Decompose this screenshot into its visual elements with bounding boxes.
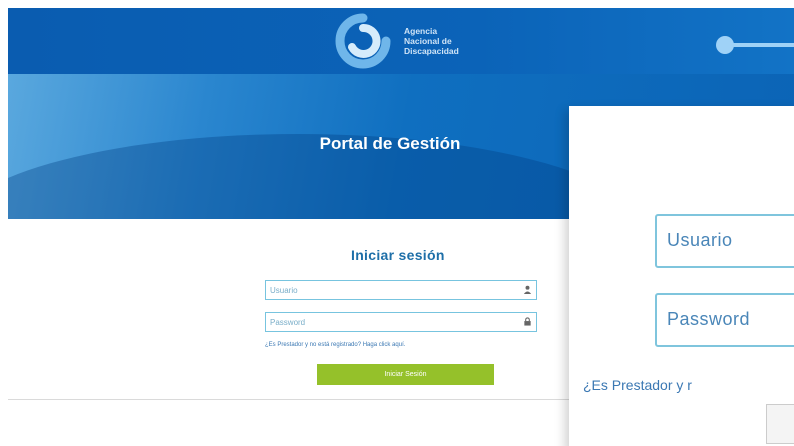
zoomed-username-label: Usuario xyxy=(667,230,733,250)
zoomed-password-field[interactable]: Password xyxy=(655,293,794,347)
agency-name-line-2: Nacional de xyxy=(404,36,452,46)
register-link[interactable]: ¿Es Prestador y no está registrado? Haga… xyxy=(265,342,545,348)
agency-name: Agencia Nacional de Discapacidad xyxy=(404,26,494,56)
zoomed-register-link[interactable]: ¿Es Prestador y r xyxy=(583,377,794,393)
zoom-connector-dot xyxy=(716,36,734,54)
username-input[interactable] xyxy=(265,280,537,300)
agency-name-line-1: Agencia xyxy=(404,26,438,36)
zoomed-username-field[interactable]: Usuario xyxy=(655,214,794,268)
lock-icon xyxy=(522,317,532,327)
password-input[interactable] xyxy=(265,312,537,332)
zoom-connector-line xyxy=(732,43,794,47)
agency-name-line-3: Discapacidad xyxy=(404,46,459,56)
zoom-overlay-panel: Usuario Password ¿Es Prestador y r xyxy=(569,106,794,446)
login-button[interactable]: Iniciar Sesión xyxy=(317,364,494,385)
agency-swirl-logo-icon xyxy=(335,13,391,69)
login-title: Iniciar sesión xyxy=(351,247,445,263)
page-margin xyxy=(0,0,8,446)
user-icon xyxy=(522,285,532,295)
agency-logo[interactable]: Agencia Nacional de Discapacidad xyxy=(334,12,494,70)
zoomed-button-edge xyxy=(766,404,794,444)
page-title-text: Portal de Gestión xyxy=(319,134,461,153)
zoomed-password-label: Password xyxy=(667,309,751,329)
header-bar: Agencia Nacional de Discapacidad xyxy=(8,8,794,74)
